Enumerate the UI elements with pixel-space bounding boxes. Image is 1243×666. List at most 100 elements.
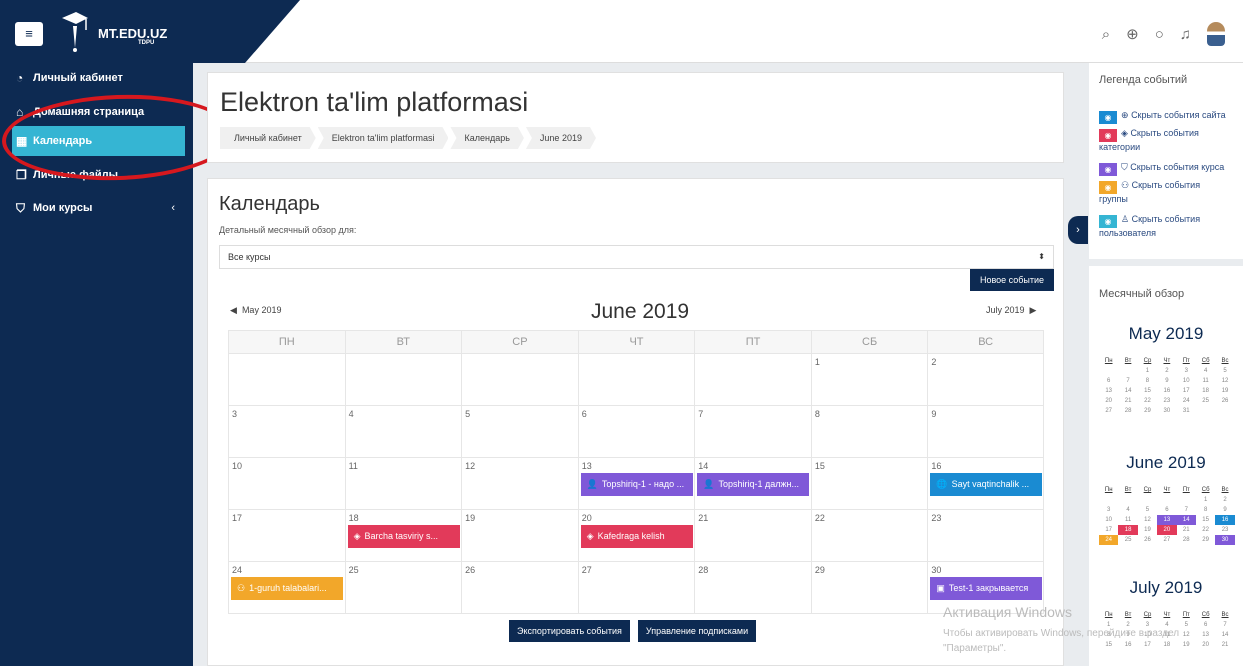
mini-day[interactable]: 8 (1196, 505, 1215, 515)
mini-day[interactable]: 9 (1215, 505, 1234, 515)
calendar-event[interactable]: 👤 Topshiriq-1 далжн... (697, 473, 810, 496)
calendar-day-cell[interactable]: 2 (927, 354, 1044, 406)
legend-item[interactable]: ◉ ♙ Скрыть события пользователя (1099, 214, 1200, 239)
calendar-day-cell[interactable]: 21 (694, 510, 811, 562)
mini-day[interactable]: 22 (1196, 525, 1215, 535)
mini-day[interactable]: 4 (1196, 366, 1215, 376)
calendar-event[interactable]: 🌐 Sayt vaqtinchalik ... (930, 473, 1043, 496)
mini-day[interactable]: 28 (1118, 406, 1137, 416)
mini-day[interactable]: 16 (1157, 386, 1176, 396)
calendar-day-cell[interactable]: 17 (228, 510, 345, 562)
mini-day[interactable]: 14 (1118, 386, 1137, 396)
mini-day[interactable]: 30 (1157, 406, 1176, 416)
mini-day[interactable]: 18 (1118, 525, 1138, 535)
mini-day[interactable]: 5 (1138, 505, 1157, 515)
calendar-event[interactable]: ▣ Test-1 закрывается (930, 577, 1043, 600)
mini-day[interactable]: 8 (1138, 376, 1157, 386)
sidebar-item-calendar[interactable]: ▦ Календарь (12, 126, 185, 156)
sidebar-item-my-courses[interactable]: ⛉ Мои курсы ‹ (0, 197, 193, 219)
mini-day[interactable]: 19 (1215, 386, 1234, 396)
mini-day[interactable]: 24 (1099, 535, 1119, 545)
mini-day[interactable]: 25 (1196, 396, 1215, 406)
brand-name[interactable]: MT.EDU.UZ (98, 26, 167, 41)
mini-day[interactable]: 2 (1215, 495, 1234, 505)
mini-month-title[interactable]: May 2019 (1089, 324, 1243, 344)
eye-icon[interactable]: ◉ (1099, 163, 1117, 176)
new-event-button[interactable]: Новое событие (970, 269, 1054, 291)
legend-item[interactable]: ◉ ⊕ Скрыть события сайта (1099, 110, 1226, 124)
mini-day[interactable]: 26 (1215, 396, 1234, 406)
drawer-toggle-button[interactable]: › (1068, 216, 1088, 244)
mini-day[interactable]: 31 (1177, 406, 1196, 416)
mini-day[interactable]: 6 (1099, 376, 1118, 386)
mini-day[interactable]: 27 (1157, 535, 1176, 545)
calendar-event[interactable]: ⚇ 1-guruh talabalari... (231, 577, 343, 600)
mini-day[interactable]: 29 (1138, 406, 1157, 416)
mini-day[interactable]: 17 (1177, 386, 1196, 396)
mini-day[interactable]: 2 (1157, 366, 1176, 376)
eye-icon[interactable]: ◉ (1099, 215, 1117, 228)
calendar-event[interactable]: ◈ Barcha tasviriy s... (347, 525, 460, 548)
calendar-day-cell[interactable]: 23 (927, 510, 1044, 562)
manage-subscriptions-button[interactable]: Управление подписками (637, 620, 757, 642)
legend-item[interactable]: ◉ ⛉ Скрыть события курса (1099, 162, 1224, 176)
calendar-day-cell[interactable]: 14 👤 Topshiriq-1 далжн... (694, 458, 811, 510)
calendar-day-cell[interactable]: 28 (694, 562, 811, 614)
mini-day[interactable]: 11 (1196, 376, 1215, 386)
legend-item[interactable]: ◉ ⚇ Скрыть события группы (1099, 180, 1200, 205)
breadcrumb-item[interactable]: Elektron ta'lim platformasi (318, 127, 449, 149)
calendar-day-cell[interactable]: 29 (810, 562, 928, 614)
calendar-day-cell[interactable]: 19 (461, 510, 578, 562)
calendar-day-cell[interactable]: 11 (344, 458, 462, 510)
mini-day[interactable]: 5 (1215, 366, 1234, 376)
mini-day[interactable]: 27 (1099, 406, 1118, 416)
calendar-day-cell[interactable]: 22 (810, 510, 928, 562)
calendar-day-cell[interactable]: 16 🌐 Sayt vaqtinchalik ... (927, 458, 1044, 510)
calendar-day-cell[interactable]: 12 (461, 458, 578, 510)
mini-day[interactable]: 6 (1157, 505, 1176, 515)
mini-day[interactable]: 14 (1176, 515, 1196, 525)
sidebar-item-home[interactable]: ⌂ Домашняя страница (0, 101, 193, 123)
mini-day[interactable]: 21 (1118, 396, 1137, 406)
user-avatar[interactable] (1207, 22, 1225, 46)
mini-day[interactable]: 21 (1177, 525, 1196, 535)
mini-day[interactable]: 12 (1138, 515, 1157, 525)
legend-item[interactable]: ◉ ◈ Скрыть события категории (1099, 128, 1199, 153)
notifications-bell-icon[interactable]: ♫ (1180, 26, 1191, 43)
breadcrumb-item[interactable]: Календарь (450, 127, 523, 149)
mini-day[interactable]: 18 (1196, 386, 1215, 396)
eye-icon[interactable]: ◉ (1099, 129, 1117, 142)
mini-day[interactable]: 1 (1196, 495, 1215, 505)
mini-day[interactable]: 29 (1196, 535, 1215, 545)
mini-day[interactable]: 28 (1177, 535, 1196, 545)
mini-day[interactable]: 15 (1196, 515, 1215, 525)
mini-day[interactable]: 13 (1157, 515, 1177, 525)
calendar-event[interactable]: ◈ Kafedraga kelish (580, 525, 693, 548)
search-icon[interactable]: ⌕ (1102, 26, 1110, 43)
mini-day[interactable]: 7 (1177, 505, 1196, 515)
next-month-link[interactable]: July 2019 ▶ (986, 305, 1036, 316)
mini-day[interactable]: 4 (1118, 505, 1137, 515)
mini-day[interactable]: 16 (1215, 515, 1235, 525)
mini-day[interactable]: 23 (1157, 396, 1176, 406)
mini-day[interactable]: 3 (1177, 366, 1196, 376)
mini-day[interactable]: 9 (1157, 376, 1176, 386)
calendar-day-cell[interactable]: 5 (461, 406, 578, 458)
mini-day[interactable]: 3 (1099, 505, 1118, 515)
calendar-day-cell[interactable]: 26 (461, 562, 578, 614)
calendar-day-cell[interactable]: 25 (344, 562, 462, 614)
menu-toggle-button[interactable]: ≡ (15, 22, 43, 46)
eye-icon[interactable]: ◉ (1099, 181, 1117, 194)
sidebar-item-dashboard[interactable]: ◔ Личный кабинет (0, 67, 193, 89)
mini-day[interactable]: 15 (1138, 386, 1157, 396)
mini-day[interactable]: 11 (1118, 515, 1137, 525)
calendar-day-cell[interactable]: 9 (927, 406, 1044, 458)
mini-month-title[interactable]: June 2019 (1089, 453, 1243, 473)
mini-day[interactable]: 30 (1215, 535, 1235, 545)
calendar-day-cell[interactable]: 15 (810, 458, 928, 510)
mini-day[interactable]: 20 (1099, 396, 1118, 406)
calendar-day-cell[interactable]: 18 ◈ Barcha tasviriy s... (344, 510, 462, 562)
language-globe-icon[interactable]: ⊕ (1126, 25, 1139, 43)
mini-day[interactable]: 23 (1215, 525, 1234, 535)
mini-day[interactable]: 1 (1138, 366, 1157, 376)
